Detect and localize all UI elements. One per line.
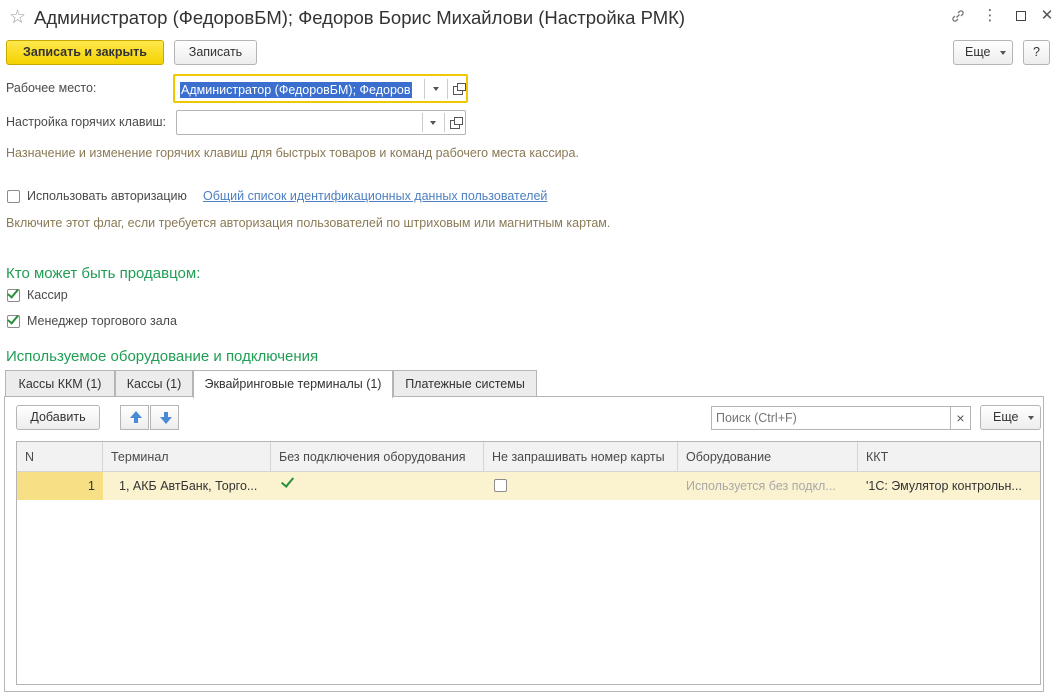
hotkeys-hint: Назначение и изменение горячих клавиш дл…: [6, 146, 579, 160]
column-header-n[interactable]: N: [17, 442, 103, 472]
add-button[interactable]: Добавить: [16, 405, 100, 430]
workplace-value: Администратор (ФедоровБМ); Федоров: [180, 82, 412, 98]
column-header-no-equipment[interactable]: Без подключения оборудования: [271, 442, 484, 472]
column-header-no-card-number[interactable]: Не запрашивать номер карты: [484, 442, 678, 472]
terminals-table: N Терминал Без подключения оборудования …: [16, 441, 1041, 685]
favorite-star-icon[interactable]: ☆: [9, 6, 26, 29]
save-and-close-button[interactable]: Записать и закрыть: [6, 40, 164, 65]
equipment-section-title: Используемое оборудование и подключения: [6, 348, 319, 365]
auth-hint: Включите этот флаг, если требуется автор…: [6, 216, 611, 230]
dropdown-arrow-icon[interactable]: [433, 87, 439, 91]
checkmark-icon: [7, 312, 19, 325]
workplace-field[interactable]: Администратор (ФедоровБМ); Федоров: [173, 74, 468, 103]
open-icon[interactable]: [450, 117, 463, 129]
sellers-section-title: Кто может быть продавцом:: [6, 265, 201, 282]
close-icon[interactable]: ✕: [1036, 6, 1058, 26]
checkmark-icon: [280, 474, 295, 488]
dropdown-arrow-icon[interactable]: [430, 121, 436, 125]
window-title: Администратор (ФедоровБМ); Федоров Борис…: [34, 7, 686, 28]
workplace-label: Рабочее место:: [6, 81, 97, 95]
auth-label[interactable]: Использовать авторизацию: [27, 189, 187, 203]
hotkeys-field[interactable]: [176, 110, 466, 135]
auth-checkbox[interactable]: [7, 190, 20, 203]
arrow-up-icon: [130, 411, 142, 423]
cell-no-equipment[interactable]: [271, 472, 484, 500]
cashier-label[interactable]: Кассир: [27, 288, 68, 302]
table-more-button[interactable]: Еще: [980, 405, 1041, 430]
open-icon[interactable]: [453, 83, 466, 95]
auth-users-link[interactable]: Общий список идентификационных данных по…: [203, 189, 547, 203]
move-down-button[interactable]: [150, 405, 179, 430]
cell-equipment[interactable]: Используется без подкл...: [678, 472, 858, 500]
arrow-down-icon: [160, 412, 172, 424]
cell-no-card-number[interactable]: [484, 472, 678, 500]
table-more-label: Еще: [993, 410, 1019, 424]
link-icon[interactable]: [947, 6, 969, 26]
search-input[interactable]: [711, 406, 951, 430]
tab-acquiring-terminals[interactable]: Эквайринговые терминалы (1): [193, 370, 393, 398]
help-button[interactable]: ?: [1023, 40, 1050, 65]
tab-payment-systems[interactable]: Платежные системы: [393, 370, 537, 397]
cashier-checkbox[interactable]: [7, 286, 20, 302]
cell-kkt[interactable]: '1С: Эмулятор контрольн...: [858, 472, 1040, 500]
tab-registers[interactable]: Кассы (1): [115, 370, 193, 397]
save-button[interactable]: Записать: [174, 40, 257, 65]
more-vertical-icon[interactable]: ⋮: [979, 6, 1001, 26]
move-up-button[interactable]: [120, 405, 149, 430]
checkmark-icon: [7, 286, 19, 299]
floor-manager-checkbox[interactable]: [7, 312, 20, 328]
cell-terminal[interactable]: 1, АКБ АвтБанк, Торго...: [103, 472, 271, 500]
column-header-equipment[interactable]: Оборудование: [678, 442, 858, 472]
maximize-icon[interactable]: [1010, 6, 1032, 26]
floor-manager-label[interactable]: Менеджер торгового зала: [27, 314, 177, 328]
cell-n[interactable]: 1: [17, 472, 103, 500]
more-button[interactable]: Еще: [953, 40, 1013, 65]
chevron-down-icon: [1028, 416, 1034, 420]
column-header-kkt[interactable]: ККТ: [858, 442, 1040, 472]
clear-search-button[interactable]: ×: [950, 406, 971, 430]
more-label: Еще: [965, 45, 991, 59]
hotkeys-label: Настройка горячих клавиш:: [6, 115, 167, 129]
tab-kkm-registers[interactable]: Кассы ККМ (1): [5, 370, 115, 397]
chevron-down-icon: [1000, 51, 1006, 55]
column-header-terminal[interactable]: Терминал: [103, 442, 271, 472]
no-card-number-checkbox[interactable]: [494, 479, 507, 492]
